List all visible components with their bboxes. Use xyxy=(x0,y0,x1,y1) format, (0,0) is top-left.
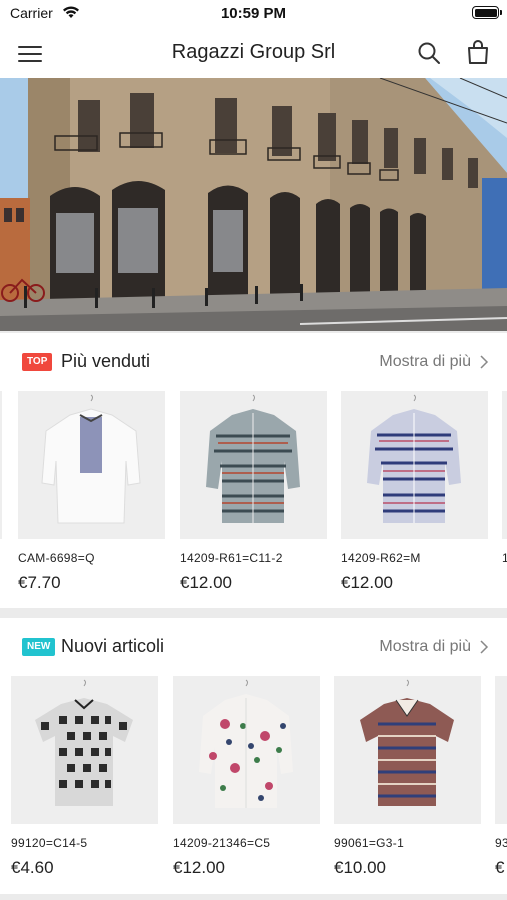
product-card[interactable]: 14209-21346=C5 €12.00 xyxy=(173,676,321,878)
search-icon[interactable] xyxy=(417,41,441,65)
product-sku: CAM-6698=Q xyxy=(18,551,95,565)
product-price: €4.60 xyxy=(11,858,54,877)
product-sku: 93 xyxy=(495,836,507,850)
product-sku: 99120=C14-5 xyxy=(11,836,88,850)
chevron-right-icon[interactable] xyxy=(479,640,489,654)
battery-icon xyxy=(472,6,502,19)
product-image[interactable] xyxy=(18,391,165,539)
product-card[interactable]: 14209-R62=M €12.00 xyxy=(341,391,489,593)
new-items-header: NEW Nuovi articoli Mostra di più xyxy=(0,618,507,676)
shopping-bag-icon[interactable] xyxy=(466,39,490,65)
product-price: €12.00 xyxy=(173,858,225,877)
top-badge: TOP xyxy=(22,353,53,371)
show-more-link[interactable]: Mostra di più xyxy=(379,638,471,656)
top-navigation-bar: Ragazzi Group Srl xyxy=(0,28,507,78)
show-more-link[interactable]: Mostra di più xyxy=(379,353,471,371)
bestsellers-section: TOP Più venduti Mostra di più CAM-6698=Q… xyxy=(0,333,507,608)
clock: 10:59 PM xyxy=(220,5,287,22)
status-bar: Carrier 10:59 PM xyxy=(0,0,507,28)
bestsellers-header: TOP Più venduti Mostra di più xyxy=(0,333,507,391)
product-card[interactable]: 99061=G3-1 €10.00 xyxy=(334,676,482,878)
new-items-section: NEW Nuovi articoli Mostra di più 99120=C… xyxy=(0,618,507,894)
product-image[interactable] xyxy=(334,676,481,824)
product-image[interactable] xyxy=(173,676,320,824)
new-badge: NEW xyxy=(22,638,56,656)
product-price: €12.00 xyxy=(341,573,393,592)
product-sku: 99061=G3-1 xyxy=(334,836,405,850)
product-sku: 14209-21346=C5 xyxy=(173,836,271,850)
product-card[interactable] xyxy=(0,391,3,539)
product-card[interactable]: 1 xyxy=(502,391,507,573)
product-card[interactable]: 99120=C14-5 €4.60 xyxy=(11,676,159,878)
section-title: Più venduti xyxy=(61,351,151,371)
product-sku: 14209-R62=M xyxy=(341,551,421,565)
product-image[interactable] xyxy=(180,391,327,539)
product-image[interactable] xyxy=(341,391,488,539)
product-price: € xyxy=(495,858,505,877)
product-image[interactable] xyxy=(11,676,158,824)
product-price: €12.00 xyxy=(180,573,232,592)
hero-banner-image[interactable] xyxy=(0,78,507,331)
product-sku: 14209-R61=C11-2 xyxy=(180,551,283,565)
product-card[interactable]: 93 € xyxy=(495,676,507,878)
product-image[interactable] xyxy=(502,391,507,539)
section-title: Nuovi articoli xyxy=(61,636,165,656)
chevron-right-icon[interactable] xyxy=(479,355,489,369)
product-image[interactable] xyxy=(0,391,2,539)
product-card[interactable]: CAM-6698=Q €7.70 xyxy=(18,391,166,593)
product-sku: 1 xyxy=(502,551,507,565)
product-price: €7.70 xyxy=(18,573,61,592)
product-image[interactable] xyxy=(495,676,507,824)
product-price: €10.00 xyxy=(334,858,386,877)
product-card[interactable]: 14209-R61=C11-2 €12.00 xyxy=(180,391,328,593)
